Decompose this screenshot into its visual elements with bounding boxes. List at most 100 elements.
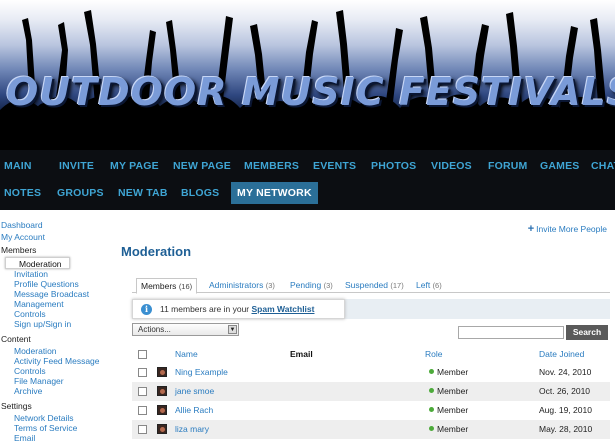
actions-dropdown[interactable]: Actions... ▼ (132, 323, 239, 336)
nav-games[interactable]: GAMES (536, 155, 587, 177)
tab-left[interactable]: Left (6) (416, 278, 442, 293)
nav-blogs[interactable]: BLOGS (177, 182, 227, 204)
sidebar-item-activity-feed-message[interactable]: Activity Feed Message (1, 356, 121, 366)
nav-events[interactable]: EVENTS (309, 155, 367, 177)
row-checkbox[interactable] (138, 425, 147, 434)
nav-my-page[interactable]: MY PAGE (106, 155, 169, 177)
sidebar-item-network-details[interactable]: Network Details (1, 413, 121, 423)
member-search-input[interactable] (458, 326, 564, 339)
nav-new-page[interactable]: NEW PAGE (169, 155, 240, 177)
member-role: Member (429, 367, 468, 377)
table-row: Allie Rach Member Aug. 19, 2010 (132, 401, 610, 420)
sidebar-item-message-broadcast[interactable]: Message Broadcast (1, 289, 121, 299)
sidebar-heading-content: Content (1, 334, 31, 344)
member-date-joined: Aug. 19, 2010 (539, 405, 592, 415)
invite-more-people-link[interactable]: + Invite More People (528, 223, 607, 235)
avatar[interactable] (157, 367, 167, 377)
row-checkbox[interactable] (138, 368, 147, 377)
sidebar-item-management[interactable]: Management (1, 299, 121, 309)
sidebar-item-terms-of-service[interactable]: Terms of Service (1, 423, 121, 433)
tab-members[interactable]: Members (16) (136, 278, 198, 294)
spam-watchlist-notice: i 11 members are in your Spam Watchlist (132, 299, 345, 319)
sidebar-item-moderation-active[interactable]: Moderation (5, 257, 70, 269)
member-role: Member (429, 405, 468, 415)
avatar[interactable] (157, 405, 167, 415)
nav-row-primary: MAIN INVITE MY PAGE NEW PAGE MEMBERS EVE… (0, 153, 615, 179)
member-role: Member (429, 424, 468, 434)
notice-bar-background (345, 299, 610, 319)
tab-pending-count: (3) (323, 281, 333, 290)
invite-more-people-label: Invite More People (536, 224, 607, 234)
member-name-link[interactable]: liza mary (175, 424, 209, 434)
tab-members-label: Members (141, 281, 177, 291)
members-table: Name Email Role Date Joined Ning Example… (132, 347, 610, 439)
sidebar-dashboard[interactable]: Dashboard (1, 219, 121, 231)
sidebar-item-moderation-wrap: Moderation (1, 257, 121, 269)
sidebar-heading-settings: Settings (1, 401, 32, 411)
member-date-joined: Oct. 26, 2010 (539, 386, 591, 396)
member-name-link[interactable]: Allie Rach (175, 405, 213, 415)
info-icon: i (141, 304, 152, 315)
nav-photos[interactable]: PHOTOS (367, 155, 427, 177)
table-header-row: Name Email Role Date Joined (132, 347, 610, 363)
notice-text: 11 members are in your (160, 304, 252, 314)
row-checkbox[interactable] (138, 406, 147, 415)
table-row: jane smoe Member Oct. 26, 2010 (132, 382, 610, 401)
column-header-email: Email (290, 349, 313, 359)
site-title[interactable]: OUTDOOR MUSIC FESTIVALS (6, 70, 615, 114)
tab-administrators[interactable]: Administrators (3) (209, 278, 275, 293)
member-role-label: Member (437, 424, 469, 434)
nav-invite[interactable]: INVITE (55, 155, 106, 177)
member-date-joined: Nov. 24, 2010 (539, 367, 592, 377)
select-all-checkbox[interactable] (138, 350, 147, 359)
status-dot-icon (429, 426, 434, 431)
status-dot-icon (429, 388, 434, 393)
tab-suspended-count: (17) (390, 281, 404, 290)
nav-my-network[interactable]: MY NETWORK (231, 182, 318, 204)
sidebar-item-file-manager[interactable]: File Manager (1, 376, 121, 386)
tab-pending[interactable]: Pending (3) (290, 278, 333, 293)
status-dot-icon (429, 407, 434, 412)
member-name-link[interactable]: Ning Example (175, 367, 228, 377)
sidebar-item-controls[interactable]: Controls (1, 309, 121, 319)
site-banner: OUTDOOR MUSIC FESTIVALS (0, 0, 615, 150)
column-header-name[interactable]: Name (175, 349, 198, 359)
tab-suspended[interactable]: Suspended (17) (345, 278, 404, 293)
sidebar-item-invitation[interactable]: Invitation (1, 269, 121, 279)
sidebar-heading-members: Members (1, 245, 37, 255)
nav-forum[interactable]: FORUM (484, 155, 536, 177)
avatar[interactable] (157, 424, 167, 434)
member-name-link[interactable]: jane smoe (175, 386, 214, 396)
nav-chat[interactable]: CHAT (587, 155, 615, 177)
sidebar-my-account[interactable]: My Account (1, 231, 121, 243)
member-role-label: Member (437, 386, 469, 396)
table-row: liza mary Member May. 28, 2010 (132, 420, 610, 439)
member-role: Member (429, 386, 468, 396)
nav-members[interactable]: MEMBERS (240, 155, 309, 177)
main-content: Dashboard My Account Members Moderation … (0, 210, 615, 443)
nav-row-secondary: NOTES GROUPS NEW TAB BLOGS MY NETWORK (0, 180, 318, 206)
tab-suspended-label: Suspended (345, 280, 389, 290)
sidebar-item-content-moderation[interactable]: Moderation (1, 346, 121, 356)
sidebar-item-profile-questions[interactable]: Profile Questions (1, 279, 121, 289)
actions-dropdown-value: Actions... (138, 325, 171, 334)
nav-videos[interactable]: VIDEOS (427, 155, 484, 177)
search-button[interactable]: Search (566, 325, 608, 340)
main-navigation: MAIN INVITE MY PAGE NEW PAGE MEMBERS EVE… (0, 150, 615, 210)
column-header-date-joined[interactable]: Date Joined (539, 349, 584, 359)
sidebar-item-signup-signin[interactable]: Sign up/Sign in (1, 319, 121, 329)
spam-watchlist-link[interactable]: Spam Watchlist (252, 304, 315, 314)
nav-main[interactable]: MAIN (0, 155, 55, 177)
status-dot-icon (429, 369, 434, 374)
nav-new-tab[interactable]: NEW TAB (114, 182, 177, 204)
nav-notes[interactable]: NOTES (0, 182, 53, 204)
sidebar-item-email[interactable]: Email (1, 433, 121, 443)
nav-groups[interactable]: GROUPS (53, 182, 114, 204)
sidebar-item-content-controls[interactable]: Controls (1, 366, 121, 376)
tab-left-label: Left (416, 280, 431, 290)
avatar[interactable] (157, 386, 167, 396)
member-date-joined: May. 28, 2010 (539, 424, 593, 434)
column-header-role[interactable]: Role (425, 349, 442, 359)
sidebar-item-archive[interactable]: Archive (1, 386, 121, 396)
row-checkbox[interactable] (138, 387, 147, 396)
